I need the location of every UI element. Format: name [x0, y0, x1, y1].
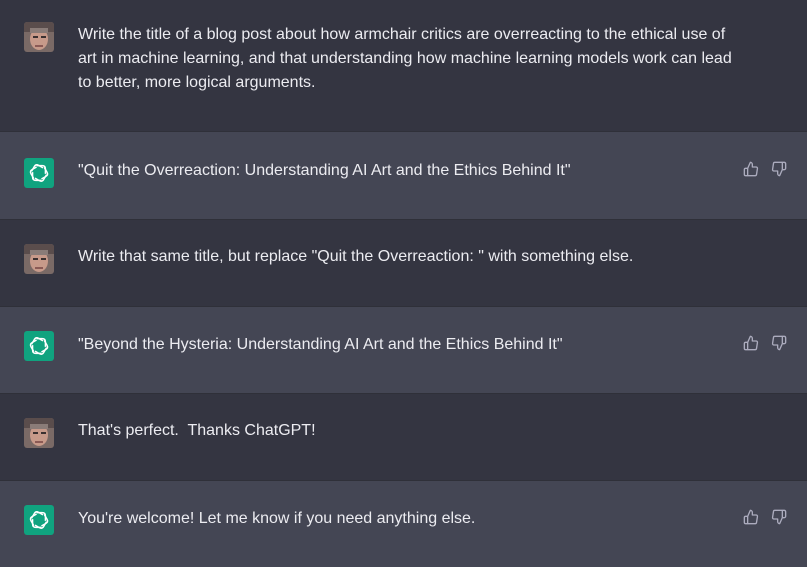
thumbs-up-icon[interactable] [743, 161, 759, 177]
assistant-message: "Beyond the Hysteria: Understanding AI A… [0, 306, 807, 394]
thumbs-up-icon[interactable] [743, 335, 759, 351]
feedback-buttons [743, 161, 787, 177]
message-text: Write the title of a blog post about how… [78, 26, 737, 91]
openai-logo-icon [24, 331, 54, 361]
assistant-message: "Quit the Overreaction: Understanding AI… [0, 131, 807, 220]
message-text: You're welcome! Let me know if you need … [78, 510, 476, 527]
user-avatar [24, 22, 54, 52]
chat-thread: Write the title of a blog post about how… [0, 0, 807, 567]
thumbs-down-icon[interactable] [771, 509, 787, 525]
user-message: Write the title of a blog post about how… [0, 0, 807, 131]
thumbs-down-icon[interactable] [771, 335, 787, 351]
message-text: That's perfect. Thanks ChatGPT! [78, 422, 316, 439]
message-text: "Quit the Overreaction: Understanding AI… [78, 162, 571, 179]
user-message: That's perfect. Thanks ChatGPT! [0, 394, 807, 480]
openai-logo-icon [24, 158, 54, 188]
message-text: Write that same title, but replace "Quit… [78, 248, 634, 265]
assistant-message: You're welcome! Let me know if you need … [0, 480, 807, 567]
feedback-buttons [743, 335, 787, 351]
thumbs-up-icon[interactable] [743, 509, 759, 525]
user-avatar [24, 244, 54, 274]
feedback-buttons [743, 509, 787, 525]
user-avatar [24, 418, 54, 448]
message-text: "Beyond the Hysteria: Understanding AI A… [78, 336, 563, 353]
thumbs-down-icon[interactable] [771, 161, 787, 177]
user-message: Write that same title, but replace "Quit… [0, 220, 807, 306]
openai-logo-icon [24, 505, 54, 535]
